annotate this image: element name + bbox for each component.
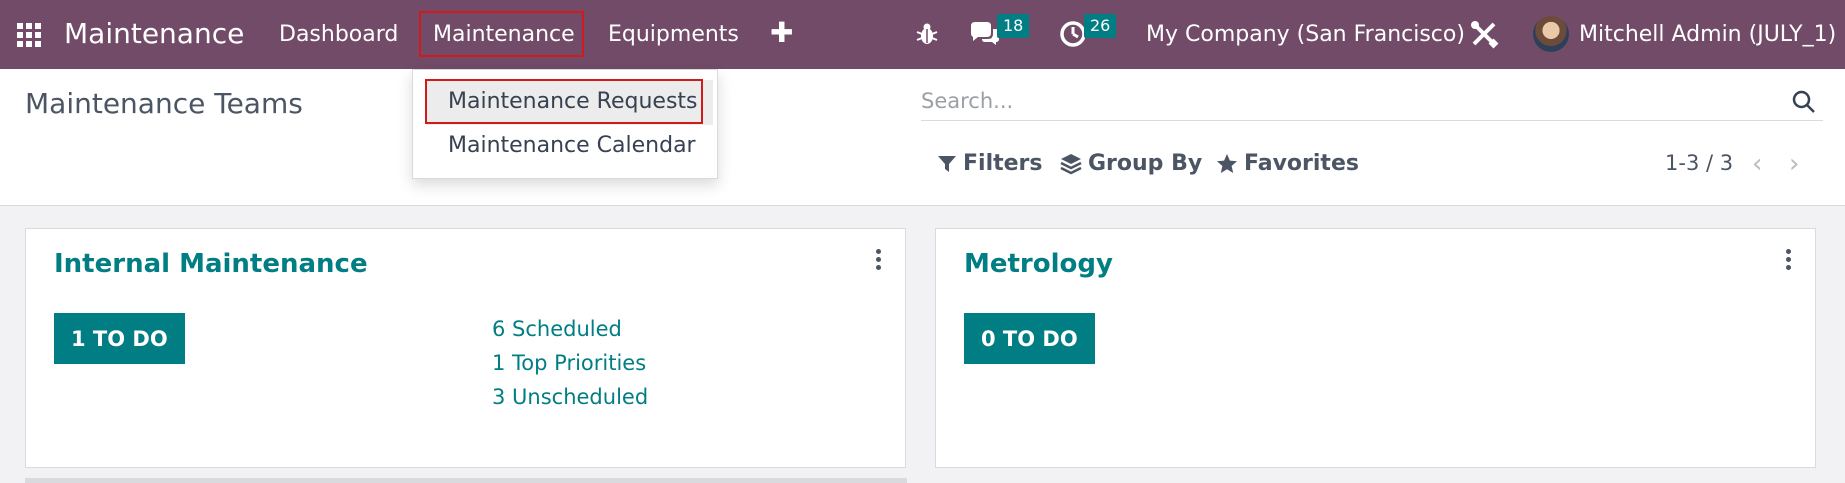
group-by-label: Group By [1088, 151, 1203, 176]
todo-button[interactable]: 0 TO DO [964, 313, 1095, 364]
scheduled-link[interactable]: 6 Scheduled [492, 317, 622, 341]
search-icon[interactable] [1791, 89, 1817, 119]
nav-dashboard[interactable]: Dashboard [279, 22, 398, 47]
group-by-button[interactable]: Group By [1060, 151, 1202, 176]
maintenance-dropdown-menu: Maintenance Requests Maintenance Calenda… [412, 69, 718, 179]
menu-item-maintenance-calendar[interactable]: Maintenance Calendar [448, 133, 696, 158]
next-card-edge [25, 478, 907, 483]
pager-value[interactable]: 1-3 / 3 [1665, 151, 1733, 175]
favorites-label: Favorites [1244, 151, 1359, 176]
pager-previous-icon[interactable]: ‹ [1752, 149, 1762, 179]
pager-next-icon[interactable]: › [1789, 149, 1799, 179]
top-navbar: Maintenance Dashboard Maintenance Equipm… [0, 0, 1845, 69]
apps-menu-icon[interactable] [14, 20, 44, 50]
page-title: Maintenance Teams [25, 87, 303, 120]
top-priorities-link[interactable]: 1 Top Priorities [492, 351, 646, 375]
debug-bug-icon[interactable] [913, 20, 941, 52]
filter-icon [938, 155, 956, 172]
activity-count-badge: 26 [1084, 14, 1117, 38]
tools-settings-icon[interactable] [1468, 18, 1500, 54]
user-menu[interactable]: Mitchell Admin (JULY_1) [1579, 22, 1836, 47]
app-brand[interactable]: Maintenance [64, 17, 244, 50]
company-switcher[interactable]: My Company (San Francisco) [1146, 22, 1465, 47]
nav-maintenance[interactable]: Maintenance [433, 22, 575, 47]
control-panel: Maintenance Teams Filters Group By Favor… [0, 69, 1845, 206]
favorites-button[interactable]: Favorites [1216, 151, 1359, 176]
add-menu-icon[interactable]: ✚ [770, 16, 793, 49]
card-options-icon[interactable] [876, 249, 881, 270]
team-name[interactable]: Metrology [964, 249, 1113, 279]
filters-button[interactable]: Filters [937, 151, 1043, 176]
layers-icon [1060, 153, 1082, 174]
nav-equipments[interactable]: Equipments [608, 22, 739, 47]
team-name[interactable]: Internal Maintenance [54, 249, 368, 279]
menu-item-maintenance-requests[interactable]: Maintenance Requests [448, 89, 698, 114]
card-options-icon[interactable] [1786, 249, 1791, 270]
todo-button[interactable]: 1 TO DO [54, 313, 185, 364]
user-avatar[interactable] [1533, 16, 1569, 52]
team-card-internal-maintenance[interactable]: Internal Maintenance 1 TO DO 6 Scheduled… [25, 228, 906, 468]
unscheduled-link[interactable]: 3 Unscheduled [492, 385, 648, 409]
star-icon [1217, 153, 1237, 173]
chat-count-badge: 18 [997, 14, 1030, 38]
search-bar [921, 83, 1823, 121]
team-card-metrology[interactable]: Metrology 0 TO DO [935, 228, 1816, 468]
filters-label: Filters [963, 151, 1043, 176]
search-input[interactable] [921, 83, 1781, 119]
